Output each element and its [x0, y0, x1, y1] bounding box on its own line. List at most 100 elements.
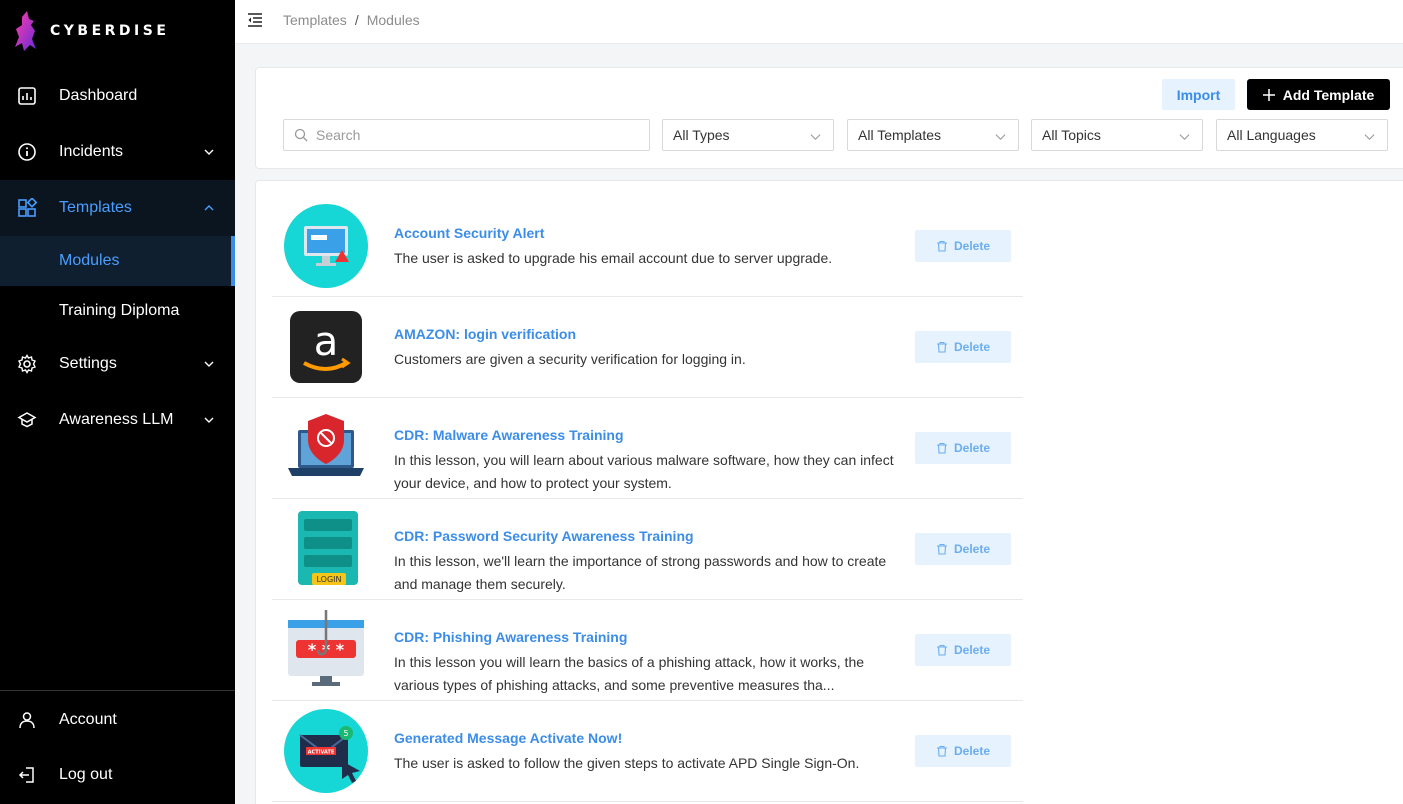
delete-button[interactable]: Delete [915, 533, 1011, 565]
logout-icon [18, 767, 34, 783]
sidebar-item-settings[interactable]: Settings [0, 336, 235, 392]
thumb-login-text: LOGIN [316, 575, 341, 584]
module-title[interactable]: CDR: Phishing Awareness Training [394, 629, 627, 645]
delete-button[interactable]: Delete [915, 432, 1011, 464]
activate-envelope-thumbnail-icon: ACTIVATE 5 [284, 709, 368, 793]
search-input[interactable] [316, 120, 636, 150]
module-title[interactable]: AMAZON: login verification [394, 326, 576, 342]
trash-icon [936, 442, 947, 454]
topics-select[interactable]: All Topics [1031, 119, 1203, 151]
sidebar-item-templates[interactable]: Templates [0, 180, 235, 236]
templates-select-value: All Templates [858, 127, 942, 143]
sidebar-item-dashboard[interactable]: Dashboard [0, 68, 235, 124]
module-description: In this lesson, you will learn about var… [394, 452, 894, 491]
thumb-badge-text: 5 [343, 729, 348, 738]
brand-logo[interactable]: CYBERDISE [10, 8, 169, 54]
sidebar: CYBERDISE Dashboard Incidents Templates … [0, 0, 235, 804]
top-bar: Templates / Modules [235, 0, 1403, 44]
trash-icon [936, 240, 947, 252]
modules-list: Account Security Alert The user is asked… [255, 180, 1403, 804]
chevron-down-icon [204, 361, 214, 367]
delete-button[interactable]: Delete [915, 634, 1011, 666]
module-description: In this lesson, we'll learn the importan… [394, 553, 887, 592]
module-description: In this lesson you will learn the basics… [394, 654, 865, 693]
sidebar-item-incidents[interactable]: Incidents [0, 124, 235, 180]
sidebar-item-awareness-llm[interactable]: Awareness LLM [0, 392, 235, 448]
types-select-value: All Types [673, 127, 730, 143]
breadcrumb-templates[interactable]: Templates [283, 12, 347, 28]
types-select[interactable]: All Types [662, 119, 834, 151]
brand-name: CYBERDISE [50, 23, 170, 39]
languages-select-value: All Languages [1227, 127, 1316, 143]
trash-icon [936, 745, 947, 757]
module-title[interactable]: CDR: Malware Awareness Training [394, 427, 624, 443]
delete-button[interactable]: Delete [915, 230, 1011, 262]
delete-label: Delete [953, 542, 991, 556]
module-title[interactable]: Generated Message Activate Now! [394, 730, 622, 746]
malware-shield-laptop-thumbnail-icon [288, 414, 364, 476]
breadcrumb: Templates / Modules [283, 12, 420, 28]
password-login-thumbnail-icon: LOGIN [298, 511, 358, 585]
breadcrumb-modules: Modules [366, 12, 420, 28]
menu-fold-icon[interactable] [247, 12, 263, 28]
awareness-icon [17, 412, 37, 428]
templates-select[interactable]: All Templates [847, 119, 1019, 151]
languages-select[interactable]: All Languages [1216, 119, 1388, 151]
sidebar-item-logout[interactable]: Log out [0, 747, 235, 803]
module-description: The user is asked to upgrade his email a… [394, 250, 833, 266]
amazon-logo-thumbnail-icon: a [290, 311, 362, 383]
list-item[interactable]: ACTIVATE 5 Generated Message Activate No… [272, 701, 1023, 802]
delete-label: Delete [953, 239, 991, 253]
delete-button[interactable]: Delete [915, 331, 1011, 363]
add-template-button[interactable]: Add Template [1247, 79, 1390, 110]
sidebar-item-label: Account [59, 711, 117, 728]
chevron-up-icon [204, 205, 214, 211]
chevron-down-icon [1179, 134, 1190, 141]
import-button[interactable]: Import [1162, 79, 1235, 110]
sidebar-item-label: Incidents [59, 143, 124, 160]
sidebar-item-label: Training Diploma [59, 302, 180, 319]
list-item[interactable]: CDR: Malware Awareness Training In this … [272, 398, 1023, 499]
sidebar-item-account[interactable]: Account [0, 692, 235, 748]
delete-label: Delete [953, 744, 991, 758]
delete-label: Delete [953, 643, 991, 657]
module-description: Customers are given a security verificat… [394, 351, 746, 367]
add-template-label: Add Template [1282, 86, 1375, 103]
breadcrumb-separator: / [354, 12, 359, 28]
chevron-down-icon [204, 417, 214, 423]
trash-icon [936, 341, 947, 353]
module-title[interactable]: Account Security Alert [394, 225, 544, 241]
delete-label: Delete [953, 340, 991, 354]
delete-label: Delete [953, 441, 991, 455]
topics-select-value: All Topics [1042, 127, 1101, 143]
chevron-down-icon [204, 149, 214, 155]
list-item[interactable]: Account Security Alert The user is asked… [272, 196, 1023, 297]
logo-icon [15, 11, 36, 51]
chevron-down-icon [995, 134, 1006, 141]
trash-icon [936, 543, 947, 555]
monitor-alert-thumbnail-icon [284, 204, 368, 288]
thumb-activate-text: ACTIVATE [308, 750, 335, 756]
chevron-down-icon [810, 134, 821, 141]
list-item[interactable]: a AMAZON: login verification Customers a… [272, 297, 1023, 398]
sidebar-item-modules[interactable]: Modules [0, 236, 235, 286]
sidebar-item-label: Awareness LLM [59, 411, 174, 428]
trash-icon [936, 644, 947, 656]
list-item[interactable]: * * * CDR: Phishing Awareness Training I… [272, 600, 1023, 701]
sidebar-item-training-diploma[interactable]: Training Diploma [0, 286, 235, 336]
module-description: The user is asked to follow the given st… [394, 755, 860, 771]
delete-button[interactable]: Delete [915, 735, 1011, 767]
list-item[interactable]: LOGIN CDR: Password Security Awareness T… [272, 499, 1023, 600]
sidebar-divider [0, 690, 235, 691]
svg-text:a: a [314, 319, 339, 365]
plus-icon [1262, 88, 1275, 101]
sidebar-item-label: Log out [59, 766, 113, 783]
sidebar-item-label: Modules [59, 252, 120, 269]
dashboard-icon [18, 87, 36, 105]
module-title[interactable]: CDR: Password Security Awareness Trainin… [394, 528, 694, 544]
sidebar-item-label: Templates [59, 199, 132, 216]
search-icon [294, 128, 308, 142]
search-field[interactable] [283, 119, 650, 151]
phishing-hook-thumbnail-icon: * * * [288, 610, 364, 686]
sidebar-item-label: Settings [59, 355, 117, 372]
